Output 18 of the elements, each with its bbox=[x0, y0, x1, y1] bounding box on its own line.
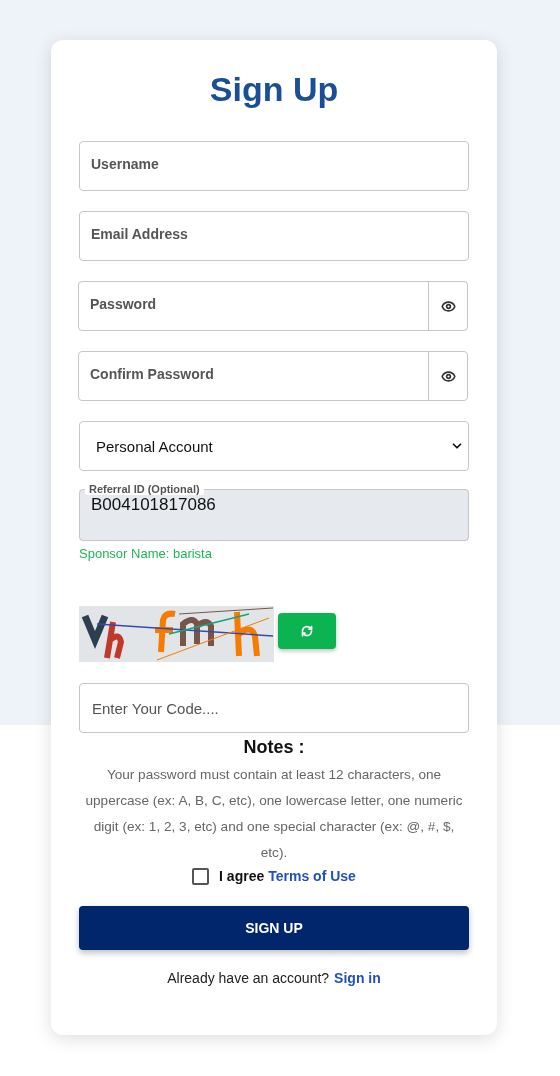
account-prompt: Already have an account? bbox=[167, 970, 330, 986]
sign-up-button[interactable]: SIGN UP bbox=[79, 906, 469, 950]
notes-heading: Notes : bbox=[243, 736, 305, 758]
eye-icon bbox=[440, 298, 456, 314]
agree-checkbox[interactable] bbox=[192, 868, 210, 885]
referral-field[interactable]: Referral ID (Optional) B004101817086 bbox=[79, 483, 469, 541]
sign-in-link[interactable]: Sign in bbox=[334, 970, 381, 986]
password-rules-text: Your password must contain at least 12 characters, one uppercase (ex: A, B, C, etc), one lowercase letter, one numeric digit (ex: 1, 2, 3, etc) and one special character (ex: @, #, $, etc). bbox=[84, 766, 464, 862]
captcha-code-field[interactable]: Enter Your Code.... bbox=[79, 683, 469, 733]
eye-icon bbox=[440, 368, 456, 384]
input-field[interactable]: Email Address bbox=[80, 212, 468, 260]
input-field[interactable]: Username bbox=[80, 142, 468, 190]
terms-link[interactable]: Terms of Use bbox=[268, 867, 356, 884]
agree-label: I agree bbox=[219, 867, 265, 884]
sponsor-name: Sponsor Name: barista bbox=[79, 546, 212, 561]
account-type-select[interactable]: Personal Account bbox=[79, 421, 469, 471]
page-title: Sign Up bbox=[208, 69, 340, 110]
refresh-icon bbox=[301, 625, 313, 637]
